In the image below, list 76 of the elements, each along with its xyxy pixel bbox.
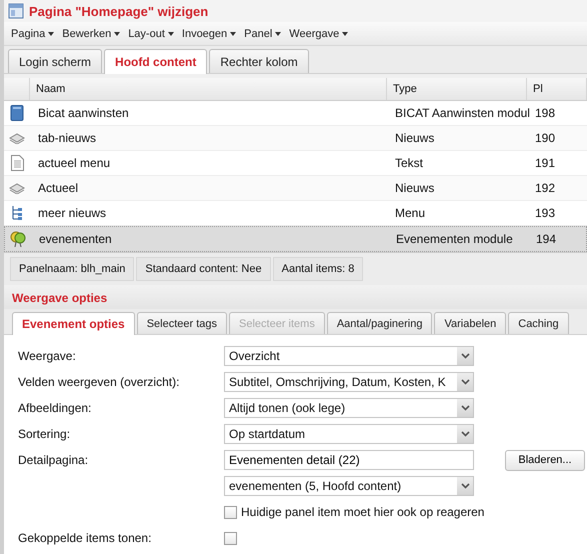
book-icon (10, 105, 24, 121)
options-tab[interactable]: Variabelen (434, 312, 506, 334)
options-tab[interactable]: Caching (508, 312, 569, 334)
table-cell-text: 193 (534, 206, 556, 220)
table-cell-text: 192 (534, 181, 556, 195)
caret-icon (168, 32, 174, 36)
table-cell-text: evenementen (38, 232, 113, 246)
chevron-icon (460, 379, 470, 385)
field-label: Afbeeldingen: (18, 401, 92, 415)
table-cell-text: 190 (534, 131, 556, 145)
options-tab[interactable]: Evenement opties (12, 312, 135, 335)
table-cell-text: Nieuws (394, 131, 436, 145)
column-header[interactable]: Pl (527, 78, 587, 100)
select-field[interactable]: evenementen (5, Hoofd content) (224, 476, 474, 496)
checkbox[interactable] (224, 532, 237, 544)
panel-tab[interactable]: Hoofd content (104, 49, 208, 74)
text-field[interactable]: Evenementen detail (22) (224, 450, 474, 470)
field-label: Gekoppelde items tonen: (18, 531, 152, 545)
chevron-icon (460, 405, 470, 411)
checkbox[interactable] (224, 506, 237, 518)
options-tab[interactable]: Aantal/paginering (326, 312, 432, 334)
menu-item[interactable]: Panel (241, 26, 284, 42)
table-row[interactable]: Actueel Nieuws 192 (4, 176, 587, 201)
menu-item[interactable]: Weergave (286, 26, 352, 42)
browse-button[interactable]: Bladeren... (505, 450, 585, 470)
field-label: Detailpagina: (18, 453, 88, 467)
tree-icon (11, 205, 23, 221)
menu-item[interactable]: Lay-out (125, 26, 177, 42)
chevron-icon (460, 483, 470, 489)
caret-icon (275, 32, 282, 36)
caret-icon (342, 32, 348, 36)
table-row[interactable]: tab-nieuws Nieuws 190 (4, 126, 587, 151)
table-cell-text: Tekst (394, 156, 424, 170)
checkbox-label: Huidige panel item moet hier ook op reageren (241, 505, 484, 519)
column-header[interactable]: Naam (30, 78, 387, 100)
select-field[interactable]: Overzicht (224, 346, 474, 366)
table-cell-text: 191 (534, 156, 556, 170)
field-label: Sortering: (18, 427, 70, 441)
status-field: Panelnaam: blh_main (10, 257, 134, 281)
field-label: Velden weergeven (overzicht): (18, 375, 180, 389)
table-cell-text: Nieuws (394, 181, 436, 195)
menu-item[interactable]: Pagina (8, 26, 58, 42)
table-cell-text: Evenementen module (395, 232, 514, 246)
column-header[interactable]: Type (387, 78, 527, 100)
status-field: Standaard content: Nee (136, 257, 271, 281)
panel-tab[interactable]: Rechter kolom (209, 49, 309, 73)
table-cell-text: Bicat aanwinsten (37, 106, 130, 120)
select-field[interactable]: Subtitel, Omschrijving, Datum, Kosten, K (224, 372, 474, 392)
panel-tab[interactable]: Login scherm (8, 49, 102, 73)
menu-item[interactable]: Invoegen (178, 26, 240, 42)
balloon-icon (10, 231, 26, 247)
field-label: Weergave: (18, 349, 76, 363)
options-tab[interactable]: Selecteer tags (136, 312, 228, 334)
table-cell-text: 194 (535, 232, 558, 246)
window-icon (8, 3, 24, 19)
caret-icon (230, 32, 236, 36)
select-field[interactable]: Altijd tonen (ook lege) (224, 398, 474, 418)
document-icon (10, 155, 24, 171)
chevron-icon (460, 353, 470, 359)
table-cell-text: BICAT Aanwinsten modul (394, 106, 527, 120)
table-cell-text: Menu (394, 206, 426, 220)
caret-icon (48, 32, 54, 36)
stack-icon (9, 132, 25, 144)
stack-icon (9, 182, 25, 194)
menu-item[interactable]: Bewerken (59, 26, 124, 42)
table-cell-text: 198 (534, 106, 556, 120)
status-field: Aantal items: 8 (272, 257, 364, 281)
table-cell-text: tab-nieuws (37, 131, 98, 145)
select-field[interactable]: Op startdatum (224, 424, 474, 444)
table-cell-text: actueel menu (37, 156, 112, 170)
table-cell-text: Actueel (37, 181, 80, 195)
chevron-icon (460, 431, 470, 437)
table-cell-text: meer nieuws (37, 206, 108, 220)
table-row[interactable]: evenementen Evenementen module 194 (4, 226, 587, 252)
caret-icon (114, 32, 120, 36)
window-title: Pagina "Homepage" wijzigen (29, 4, 208, 18)
